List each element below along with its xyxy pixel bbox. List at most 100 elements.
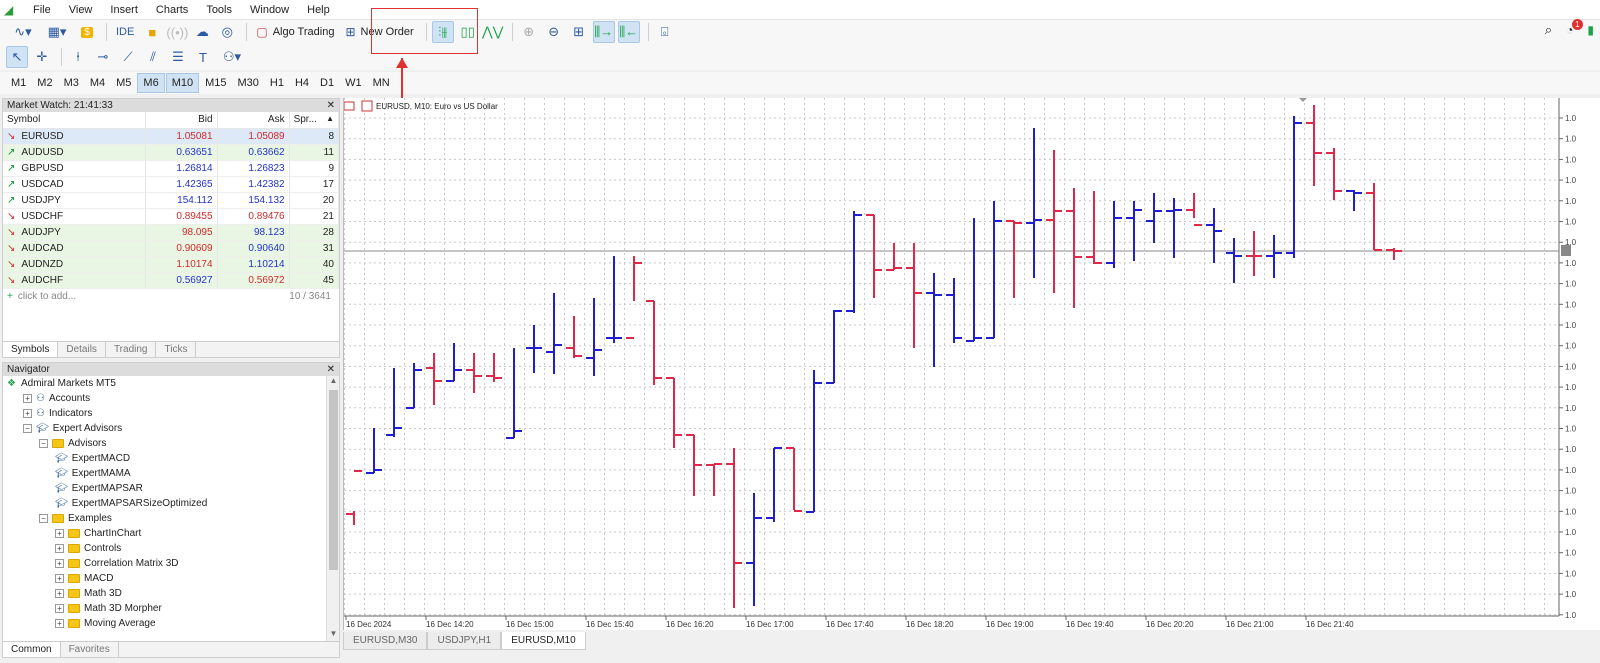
col-bid[interactable]: Bid [145,112,218,129]
timeframe-m4[interactable]: M4 [85,73,110,93]
chart-shift-button[interactable]: ⫼← [617,21,640,43]
ide-button[interactable]: IDE [112,21,138,43]
expand-icon[interactable]: + [55,574,64,583]
scrollbar-thumb[interactable] [329,390,338,570]
navigator-item[interactable]: + Controls [3,541,325,556]
horizontal-line-button[interactable]: ⊸ [92,46,114,68]
market-watch-row[interactable]: ↘ AUDNZD 1.10174 1.10214 40 [3,256,340,273]
navigator-item[interactable]: 🎓︎ ExpertMAPSAR [3,481,325,496]
chart-window[interactable]: 1.0 1.0 1.0 1.0 1.0 1.0 1.0 1.0 1.0 1.0 1.0 1.0 1.0 1… [343,98,1600,630]
chart-type-dropdown-button[interactable]: ∿▾ [8,21,38,43]
timeframe-m5[interactable]: M5 [111,73,136,93]
text-tool-button[interactable]: T [192,46,214,68]
tile-windows-button[interactable]: ⊞ [568,21,590,43]
col-ask[interactable]: Ask [217,112,290,129]
menu-window[interactable]: Window [241,0,298,20]
chart-tab[interactable]: USDJPY,H1 [427,632,502,650]
zoom-out-button[interactable]: ⊖ [543,21,565,43]
navigator-item[interactable]: + MACD [3,571,325,586]
navigator-item[interactable]: 🎓︎ ExpertMACD [3,451,325,466]
navigator-item[interactable]: − 🎓︎ Expert Advisors [3,421,325,436]
navigator-item[interactable]: + ⚇ Indicators [3,406,325,421]
navigator-item[interactable]: − Examples [3,511,325,526]
timeframe-mn[interactable]: MN [368,73,395,93]
navigator-item[interactable]: 🎓︎ ExpertMAMA [3,466,325,481]
menu-charts[interactable]: Charts [147,0,197,20]
col-symbol[interactable]: Symbol [3,112,146,129]
market-watch-row[interactable]: ↘ AUDCAD 0.90609 0.90640 31 [3,240,340,257]
expand-icon[interactable]: + [55,589,64,598]
collapse-icon[interactable]: − [39,514,48,523]
expand-icon[interactable]: + [55,559,64,568]
tab-ticks[interactable]: Ticks [156,342,197,357]
add-symbol-row[interactable]: + click to add... 10 / 3641 [3,289,339,304]
vps-button[interactable]: ☁ [191,21,213,43]
tab-common[interactable]: Common [3,642,61,657]
navigator-item[interactable]: + Math 3D [3,586,325,601]
line-chart-button[interactable]: ⋀⋁ [482,21,504,43]
signals-button[interactable]: ((•)) [166,21,188,43]
expand-icon[interactable]: + [23,394,32,403]
collapse-icon[interactable]: − [23,424,32,433]
timeframe-m30[interactable]: M30 [233,73,264,93]
navigator-item[interactable]: − Advisors [3,436,325,451]
market-watch-row[interactable]: ↘ AUDCHF 0.56927 0.56972 45 [3,272,340,289]
zoom-in-button[interactable]: ⊕ [518,21,540,43]
expand-icon[interactable]: + [23,409,32,418]
chart-tab[interactable]: EURUSD,M30 [343,632,428,650]
fibonacci-button[interactable]: ☰ [167,46,189,68]
timeframe-h4[interactable]: H4 [290,73,314,93]
menu-view[interactable]: View [60,0,102,20]
timeframe-d1[interactable]: D1 [315,73,339,93]
timeframe-m6[interactable]: M6 [137,73,165,93]
chart-tab[interactable]: EURUSD,M10 [501,632,586,650]
navigator-item[interactable]: 🎓︎ ExpertMAPSARSizeOptimized [3,496,325,511]
cursor-tool-button[interactable]: ↖ [6,46,28,68]
menu-file[interactable]: File [24,0,60,20]
market-watch-row[interactable]: ↗ USDCAD 1.42365 1.42382 17 [3,176,340,193]
collapse-icon[interactable]: − [39,439,48,448]
timeframe-m10[interactable]: M10 [165,73,200,93]
navigator-item[interactable]: + ⚇ Accounts [3,391,325,406]
deposit-button[interactable]: $ [76,21,98,43]
price-chart[interactable]: 1.0 1.0 1.0 1.0 1.0 1.0 1.0 1.0 1.0 1.0 1.0 1.0 1.0 1… [343,98,1600,630]
search-icon[interactable]: ⌕ [1545,22,1552,38]
navigator-item[interactable]: + Math 3D Morpher [3,601,325,616]
shapes-dropdown-button[interactable]: ⚇▾ [217,46,247,68]
community-button[interactable]: ◎ [216,21,238,43]
tab-trading[interactable]: Trading [106,342,157,357]
channel-button[interactable]: ⫽ [142,46,164,68]
close-icon[interactable]: ✕ [327,99,335,112]
close-icon[interactable]: ✕ [327,363,335,376]
new-chart-button[interactable]: ▦▾ [41,21,73,43]
timeframe-h1[interactable]: H1 [265,73,289,93]
timeframe-m3[interactable]: M3 [59,73,84,93]
navigator-item[interactable]: ❖ Admiral Markets MT5 [3,376,325,391]
crosshair-tool-button[interactable]: ✛ [31,46,53,68]
navigator-item[interactable]: + ChartInChart [3,526,325,541]
vertical-line-button[interactable]: ⍿ [67,46,89,68]
timeframe-m2[interactable]: M2 [32,73,57,93]
scroll-down-icon[interactable]: ▼ [327,629,340,641]
expand-icon[interactable]: + [55,529,64,538]
navigator-item[interactable]: + Correlation Matrix 3D [3,556,325,571]
menu-insert[interactable]: Insert [101,0,147,20]
notifications-icon[interactable]: ◔ 1 [1566,19,1583,37]
expand-icon[interactable]: + [55,544,64,553]
navigator-item[interactable]: + Moving Average [3,616,325,631]
trend-line-button[interactable]: ⟋ [117,46,139,68]
algo-trading-button[interactable]: ▢ Algo Trading [252,21,338,43]
screenshot-button[interactable]: ⌻ [654,21,676,43]
auto-scroll-button[interactable]: ⫼→ [592,21,615,43]
market-watch-row[interactable]: ↗ GBPUSD 1.26814 1.26823 9 [3,160,340,177]
navigator-scrollbar[interactable]: ▲ ▼ [326,376,339,641]
tab-favorites[interactable]: Favorites [61,642,119,657]
market-watch-row[interactable]: ↗ AUDUSD 0.63651 0.63662 11 [3,144,340,161]
timeframe-m1[interactable]: M1 [6,73,31,93]
market-watch-row[interactable]: ↘ USDCHF 0.89455 0.89476 21 [3,208,340,225]
timeframe-m15[interactable]: M15 [200,73,231,93]
col-spread[interactable]: Spr... ▲ [289,112,340,129]
menu-help[interactable]: Help [298,0,339,20]
market-watch-row[interactable]: ↗ USDJPY 154.112 154.132 20 [3,192,340,209]
timeframe-w1[interactable]: W1 [340,73,367,93]
